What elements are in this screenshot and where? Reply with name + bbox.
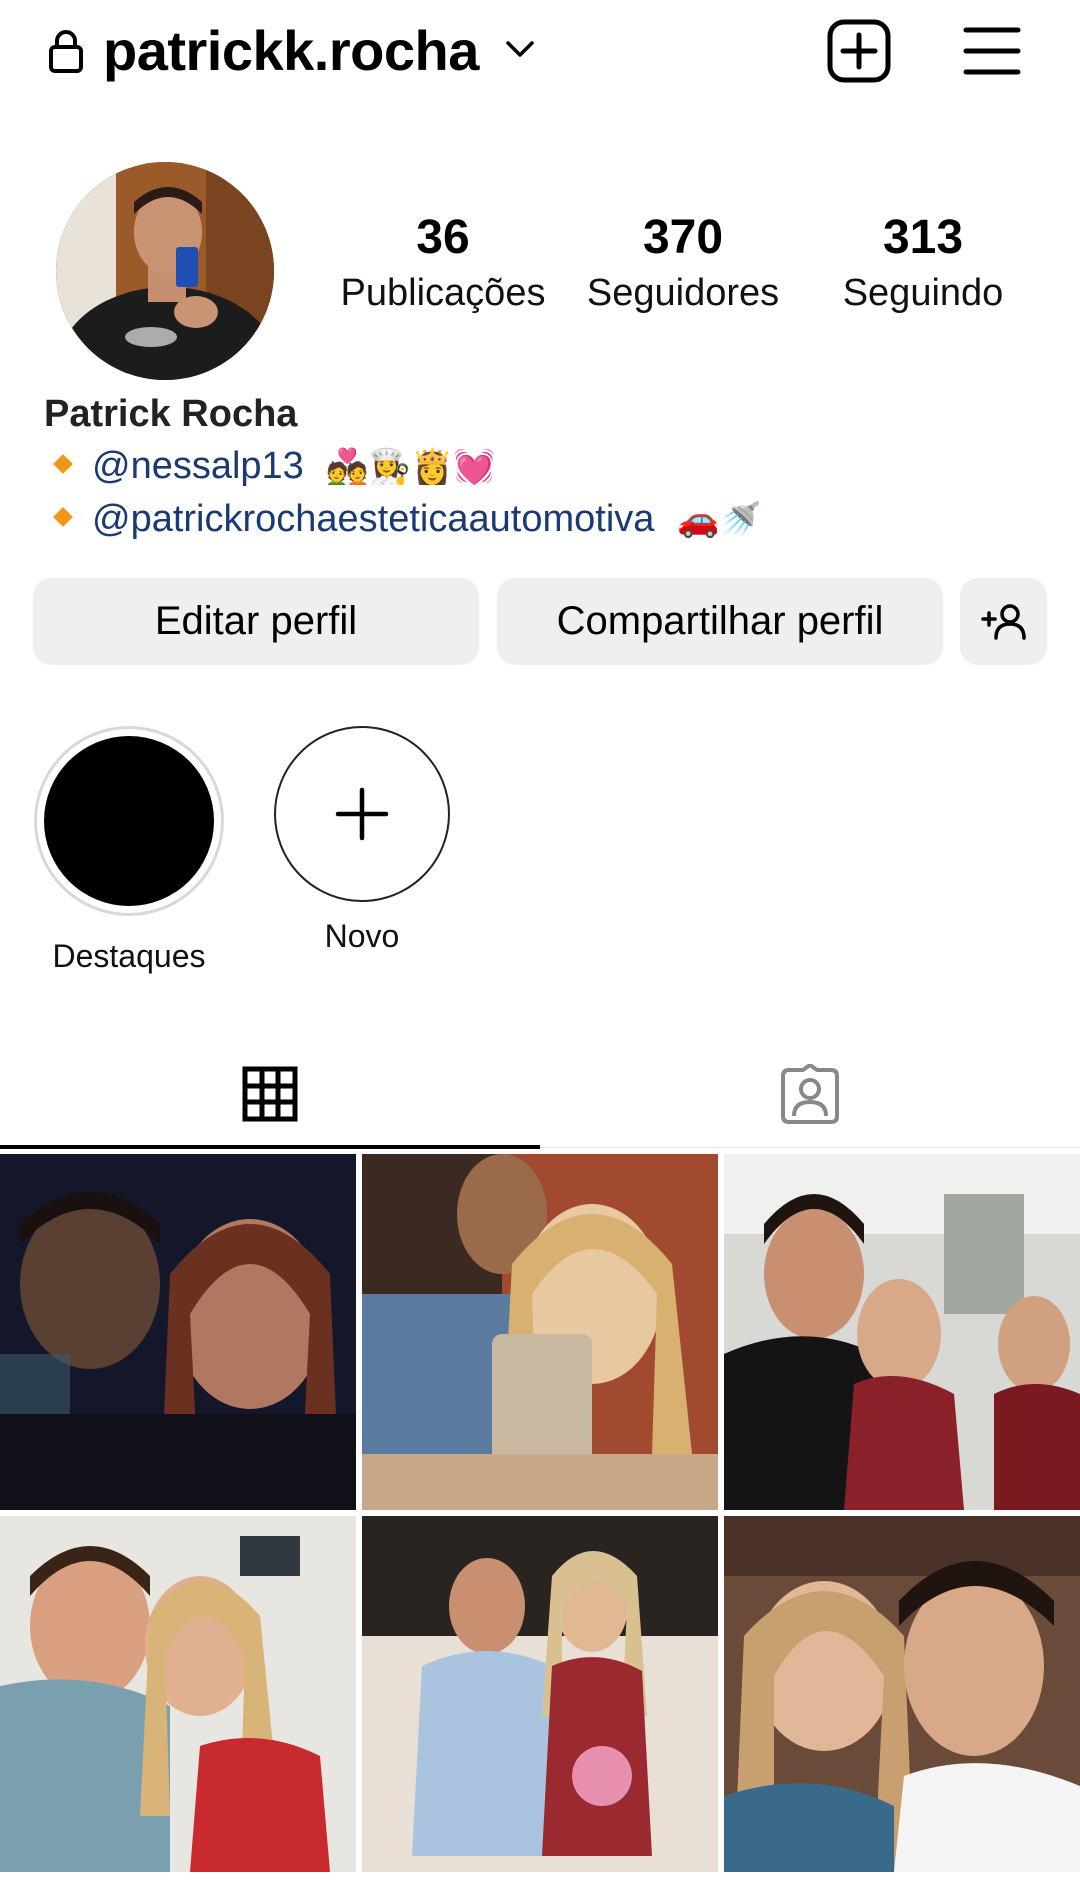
- posts-grid: [0, 1154, 1080, 1872]
- post-thumbnail[interactable]: [0, 1154, 356, 1510]
- bio-line: @patrickrochaesteticaautomotiva 🚗🚿: [53, 494, 762, 545]
- tagged-user-icon: [781, 1064, 839, 1124]
- photo-couple-closeup: [724, 1516, 1080, 1872]
- followers-label: Seguidores: [586, 272, 780, 314]
- stat-following[interactable]: 313 Seguindo: [803, 210, 1043, 320]
- profile-avatar[interactable]: [56, 162, 274, 380]
- new-highlight-button[interactable]: Novo: [271, 726, 453, 956]
- post-thumbnail[interactable]: [724, 1516, 1080, 1872]
- following-count: 313: [882, 211, 964, 264]
- bullet-diamond-icon: [53, 454, 73, 474]
- profile-tabs: [0, 1040, 1080, 1149]
- posts-count: 36: [416, 211, 470, 264]
- photo-couple-restaurant: [0, 1516, 356, 1872]
- photo-couple-standing: [362, 1516, 718, 1872]
- bio-emoji: 💑👩‍🍳👸💓: [326, 447, 496, 487]
- discover-people-button[interactable]: [960, 578, 1047, 665]
- highlight-label: Destaques: [52, 938, 206, 974]
- photo-mirror-selfie: [362, 1154, 718, 1510]
- photo-group-mall: [724, 1154, 1080, 1510]
- share-profile-button[interactable]: Compartilhar perfil: [497, 578, 943, 665]
- following-label: Seguindo: [842, 272, 1004, 314]
- posts-label: Publicações: [340, 272, 546, 314]
- bio-emoji: 🚗🚿: [676, 500, 762, 540]
- photo-couple-selfie: [0, 1154, 356, 1510]
- active-tab-indicator: [0, 1145, 540, 1149]
- lock-icon: [49, 30, 83, 73]
- menu-icon[interactable]: [962, 24, 1022, 78]
- post-thumbnail[interactable]: [0, 1516, 356, 1872]
- stat-followers[interactable]: 370 Seguidores: [563, 210, 803, 320]
- story-highlight[interactable]: Destaques: [29, 726, 229, 976]
- bio-mention-link[interactable]: @patrickrochaesteticaautomotiva: [92, 498, 654, 540]
- followers-count: 370: [642, 211, 724, 264]
- chevron-down-icon[interactable]: [502, 34, 538, 64]
- stat-posts[interactable]: 36 Publicações: [323, 210, 563, 320]
- grid-icon: [242, 1066, 298, 1122]
- profile-username[interactable]: patrickk.rocha: [103, 16, 479, 86]
- profile-full-name: Patrick Rocha: [44, 393, 298, 435]
- highlight-cover: [34, 726, 224, 916]
- highlight-label: Novo: [324, 918, 400, 954]
- tab-tagged[interactable]: [540, 1040, 1080, 1148]
- add-person-icon: [980, 603, 1026, 640]
- new-post-icon[interactable]: [826, 18, 892, 84]
- profile-header: patrickk.rocha: [0, 0, 1080, 110]
- post-thumbnail[interactable]: [724, 1154, 1080, 1510]
- bio-line: @nessalp13 💑👩‍🍳👸💓: [53, 441, 496, 492]
- post-thumbnail[interactable]: [362, 1154, 718, 1510]
- bio-mention-link[interactable]: @nessalp13: [92, 445, 304, 487]
- tab-posts-grid[interactable]: [0, 1040, 540, 1148]
- bullet-diamond-icon: [53, 507, 73, 527]
- edit-profile-button[interactable]: Editar perfil: [33, 578, 479, 665]
- plus-icon: [335, 787, 389, 841]
- post-thumbnail[interactable]: [362, 1516, 718, 1872]
- plus-icon-ring: [274, 726, 450, 902]
